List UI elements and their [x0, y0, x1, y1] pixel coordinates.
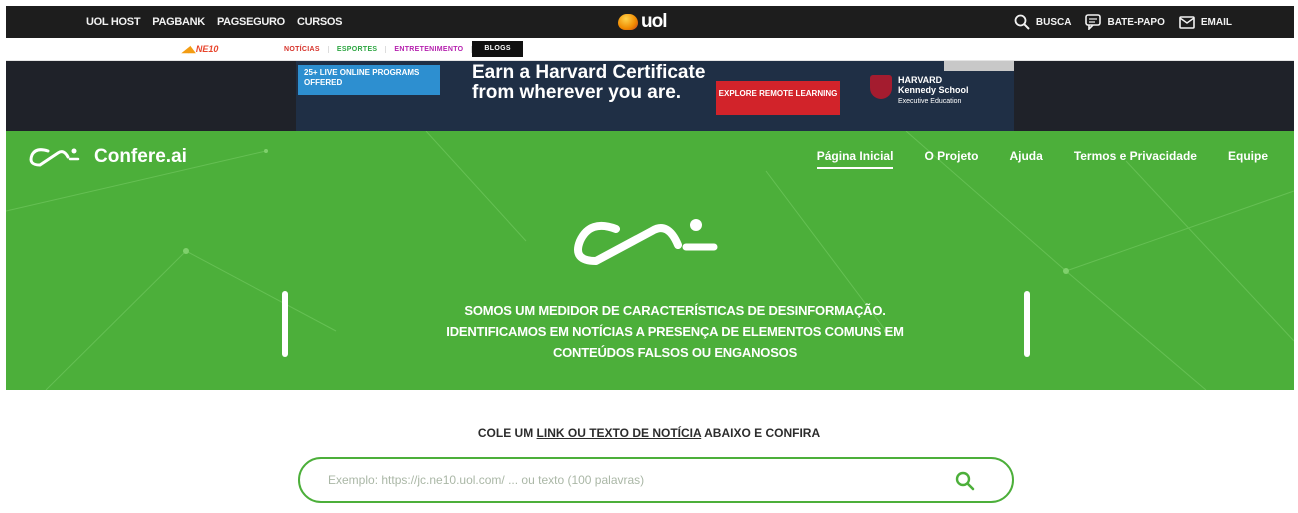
hero-left-bar [282, 291, 288, 357]
uol-logo-text: uol [641, 11, 667, 32]
uol-ball-icon [618, 14, 638, 30]
channel-esportes[interactable]: ESPORTES [329, 45, 387, 53]
ad-choices-icon[interactable] [944, 61, 1014, 71]
channel-noticias[interactable]: NOTÍCIAS [276, 45, 329, 53]
explore-remote-learning-button[interactable]: EXPLORE REMOTE LEARNING [716, 81, 840, 115]
bate-papo-label: BATE-PAPO [1107, 16, 1165, 28]
harvard-shield-icon [870, 75, 892, 99]
nav-pagina-inicial[interactable]: Página Inicial [816, 149, 894, 169]
confere-hero-logo-icon [574, 219, 718, 265]
uol-top-bar: UOL HOST PAGBANK PAGSEGURO CURSOS uol BU… [0, 0, 1298, 40]
nav-equipe[interactable]: Equipe [1228, 149, 1268, 169]
cursos-link[interactable]: CURSOS [297, 16, 343, 28]
hero-section: Confere.ai Página Inicial O Projeto Ajud… [6, 131, 1294, 390]
busca-button[interactable]: BUSCA [1014, 14, 1072, 30]
busca-label: BUSCA [1035, 16, 1072, 28]
nav-termos-privacidade[interactable]: Termos e Privacidade [1074, 149, 1197, 169]
channel-bar: ◢◣NE10 NOTÍCIAS ESPORTES ENTRETENIMENTO … [6, 38, 1294, 61]
hero-line-2: IDENTIFICAMOS EM NOTÍCIAS A PRESENÇA DE … [446, 324, 904, 339]
harvard-line3: Executive Education [898, 98, 962, 105]
nav-ajuda[interactable]: Ajuda [1009, 149, 1042, 169]
channel-entretenimento[interactable]: ENTRETENIMENTO [386, 45, 473, 53]
harvard-text: HARVARD Kennedy School Executive Educati… [898, 75, 969, 107]
ad-strip: 25+ LIVE ONLINE PROGRAMS OFFERED Earn a … [6, 61, 1294, 131]
cta-suffix: ABAIXO E CONFIRA [701, 426, 821, 440]
hero-line-1: SOMOS UM MEDIDOR DE CARACTERÍSTICAS DE D… [464, 303, 886, 318]
brand-name: Confere.ai [94, 146, 187, 167]
uol-dark-bar: UOL HOST PAGBANK PAGSEGURO CURSOS uol BU… [6, 6, 1294, 38]
news-search-input[interactable] [328, 469, 928, 491]
ad-badge: 25+ LIVE ONLINE PROGRAMS OFFERED [298, 65, 440, 95]
uol-left-links: UOL HOST PAGBANK PAGSEGURO CURSOS [86, 6, 343, 38]
ad-headline: Earn a Harvard Certificate from wherever… [472, 62, 706, 103]
search-icon [1014, 14, 1030, 30]
cta-link[interactable]: LINK OU TEXTO DE NOTÍCIA [537, 426, 702, 440]
chat-icon [1085, 14, 1102, 30]
confere-logo-icon [29, 148, 80, 167]
news-search-box [298, 457, 1014, 503]
cta-prefix: COLE UM [477, 426, 537, 440]
hero-line-3: CONTEÚDOS FALSOS OU ENGANOSOS [552, 345, 798, 360]
uol-right-links: BUSCA BATE-PAPO EMAIL [1014, 6, 1232, 38]
nav-o-projeto[interactable]: O Projeto [924, 149, 978, 169]
ne10-mark-icon: ◢◣ [182, 44, 196, 54]
channel-blogs[interactable]: BLOGS [472, 41, 523, 57]
search-instructions: COLE UM LINK OU TEXTO DE NOTÍCIA ABAIXO … [0, 426, 1298, 440]
harvard-ad-banner[interactable]: 25+ LIVE ONLINE PROGRAMS OFFERED Earn a … [296, 61, 1014, 131]
hero-tagline: SOMOS UM MEDIDOR DE CARACTERÍSTICAS DE D… [306, 300, 1044, 363]
email-button[interactable]: EMAIL [1179, 15, 1232, 29]
email-label: EMAIL [1200, 16, 1232, 28]
ne10-logo[interactable]: ◢◣NE10 [182, 44, 218, 55]
uol-logo[interactable]: uol [618, 10, 667, 34]
harvard-logo: HARVARD Kennedy School Executive Educati… [870, 75, 969, 107]
harvard-line1: HARVARD [898, 75, 943, 85]
main-nav: Página Inicial O Projeto Ajuda Termos e … [816, 149, 1268, 169]
harvard-line2: Kennedy School [898, 85, 969, 95]
ne10-label: NE10 [195, 44, 219, 54]
pagbank-link[interactable]: PAGBANK [152, 16, 205, 28]
confere-brand[interactable]: Confere.ai [28, 145, 187, 169]
bate-papo-button[interactable]: BATE-PAPO [1085, 14, 1165, 30]
search-icon[interactable] [954, 470, 976, 492]
pagseguro-link[interactable]: PAGSEGURO [217, 16, 285, 28]
channel-links: NOTÍCIAS ESPORTES ENTRETENIMENTO BLOGS [276, 41, 523, 57]
email-icon [1179, 15, 1195, 29]
uol-host-link[interactable]: UOL HOST [86, 16, 141, 28]
